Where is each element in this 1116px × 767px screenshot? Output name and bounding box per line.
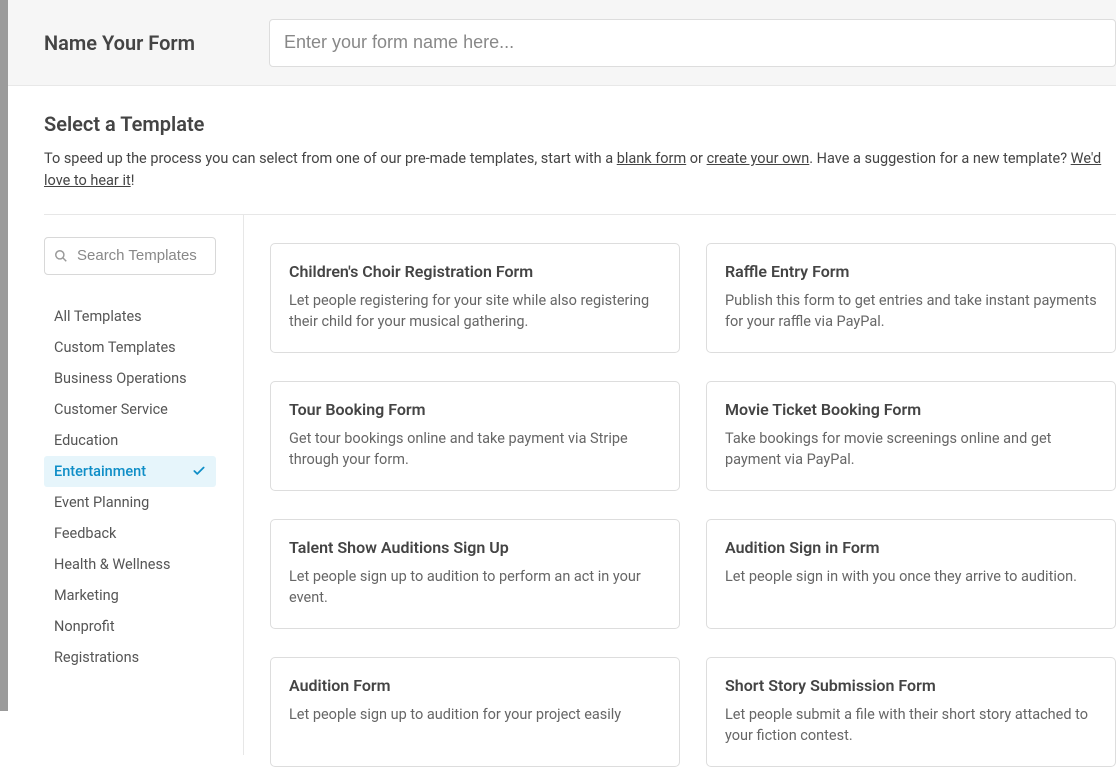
sidebar: All Templates Custom Templates Business Op… <box>44 215 244 755</box>
template-title: Tour Booking Form <box>289 400 661 419</box>
category-label: Entertainment <box>54 463 146 480</box>
template-card[interactable]: Talent Show Auditions Sign Up Let people … <box>270 519 680 629</box>
template-description: Let people sign up to audition for your … <box>289 704 661 725</box>
template-description: Get tour bookings online and take paymen… <box>289 428 661 470</box>
template-description: Let people submit a file with their shor… <box>725 704 1097 746</box>
template-title: Talent Show Auditions Sign Up <box>289 538 661 557</box>
template-grid: Children's Choir Registration Form Let pe… <box>244 215 1116 767</box>
category-label: Marketing <box>54 587 119 604</box>
create-your-own-link[interactable]: create your own <box>707 150 810 167</box>
content-area: Select a Template To speed up the proces… <box>8 86 1116 767</box>
template-title: Audition Form <box>289 676 661 695</box>
search-templates-input[interactable] <box>44 237 216 275</box>
category-label: Event Planning <box>54 494 149 511</box>
search-wrap <box>44 237 216 275</box>
template-card[interactable]: Raffle Entry Form Publish this form to ge… <box>706 243 1116 353</box>
category-item[interactable]: Health & Wellness <box>44 549 216 580</box>
template-title: Movie Ticket Booking Form <box>725 400 1097 419</box>
intro-text: To speed up the process you can select f… <box>44 150 617 167</box>
section-intro: To speed up the process you can select f… <box>44 148 1116 192</box>
template-title: Children's Choir Registration Form <box>289 262 661 281</box>
category-label: All Templates <box>54 308 142 325</box>
template-card[interactable]: Children's Choir Registration Form Let pe… <box>270 243 680 353</box>
template-card[interactable]: Audition Sign in Form Let people sign in … <box>706 519 1116 629</box>
intro-text: ! <box>131 172 135 189</box>
category-item[interactable]: Marketing <box>44 580 216 611</box>
category-label: Custom Templates <box>54 339 176 356</box>
category-item[interactable]: Nonprofit <box>44 611 216 642</box>
category-item[interactable]: Education <box>44 425 216 456</box>
template-card[interactable]: Audition Form Let people sign up to audit… <box>270 657 680 767</box>
category-label: Health & Wellness <box>54 556 170 573</box>
category-label: Registrations <box>54 649 139 666</box>
category-item[interactable]: Customer Service <box>44 394 216 425</box>
template-description: Let people registering for your site whi… <box>289 290 661 332</box>
template-description: Let people sign in with you once they ar… <box>725 566 1097 587</box>
category-item[interactable]: Event Planning <box>44 487 216 518</box>
template-description: Publish this form to get entries and tak… <box>725 290 1097 332</box>
category-item[interactable]: Registrations <box>44 642 216 673</box>
template-description: Take bookings for movie screenings onlin… <box>725 428 1097 470</box>
template-card[interactable]: Tour Booking Form Get tour bookings onlin… <box>270 381 680 491</box>
template-card[interactable]: Short Story Submission Form Let people su… <box>706 657 1116 767</box>
category-label: Customer Service <box>54 401 168 418</box>
window-edge <box>0 0 8 711</box>
category-list: All Templates Custom Templates Business Op… <box>44 301 216 673</box>
template-description: Let people sign up to audition to perfor… <box>289 566 661 608</box>
template-card[interactable]: Movie Ticket Booking Form Take bookings f… <box>706 381 1116 491</box>
intro-text: . Have a suggestion for a new template? <box>809 150 1070 167</box>
form-name-input[interactable] <box>269 19 1116 67</box>
form-name-header: Name Your Form <box>8 0 1116 86</box>
template-title: Short Story Submission Form <box>725 676 1097 695</box>
template-title: Raffle Entry Form <box>725 262 1097 281</box>
blank-form-link[interactable]: blank form <box>617 150 686 167</box>
category-item[interactable]: Custom Templates <box>44 332 216 363</box>
section-title: Select a Template <box>44 112 1116 136</box>
category-label: Education <box>54 432 118 449</box>
category-item[interactable]: Feedback <box>44 518 216 549</box>
template-title: Audition Sign in Form <box>725 538 1097 557</box>
category-item[interactable]: Business Operations <box>44 363 216 394</box>
form-name-label: Name Your Form <box>44 31 269 55</box>
body-row: All Templates Custom Templates Business Op… <box>44 215 1116 767</box>
category-label: Nonprofit <box>54 618 115 635</box>
category-label: Feedback <box>54 525 116 542</box>
intro-text: or <box>686 150 706 167</box>
category-label: Business Operations <box>54 370 187 387</box>
category-item[interactable]: Entertainment <box>44 456 216 487</box>
check-icon <box>192 464 206 478</box>
search-icon <box>54 249 68 263</box>
category-item[interactable]: All Templates <box>44 301 216 332</box>
